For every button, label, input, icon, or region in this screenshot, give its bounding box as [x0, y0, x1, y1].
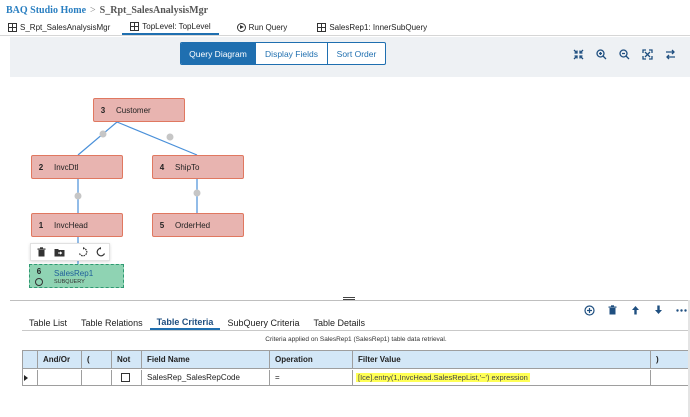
- header-field-name[interactable]: Field Name: [142, 351, 270, 368]
- node-action-popup: [30, 243, 110, 261]
- header-row-selector: [23, 351, 38, 368]
- header-open-paren[interactable]: (: [82, 351, 112, 368]
- breadcrumb-separator: >: [90, 4, 96, 16]
- cell-not[interactable]: [112, 370, 142, 385]
- node-table-name: OrderHed: [175, 220, 211, 230]
- query-diagram-button[interactable]: Query Diagram: [181, 43, 256, 64]
- tab-table-relations[interactable]: Table Relations: [74, 316, 150, 330]
- table-row[interactable]: SalesRep_SalesRepCode = [Ice].entry(1,In…: [23, 370, 689, 385]
- filter-value-text: [Ice].entry(1,InvcHead.SalesRepList,'~')…: [356, 373, 530, 382]
- zoom-in-icon[interactable]: [590, 47, 613, 61]
- subquery-node-salesrep1[interactable]: 6 SalesRep1 SUBQUERY: [29, 264, 124, 288]
- criteria-description: Criteria applied on SalesRep1 (SalesRep1…: [265, 336, 447, 343]
- trash-icon[interactable]: [33, 245, 49, 259]
- add-icon[interactable]: [578, 303, 601, 317]
- display-fields-button[interactable]: Display Fields: [256, 43, 328, 64]
- trash-icon[interactable]: [601, 303, 624, 317]
- grid-icon: [130, 22, 140, 31]
- tab-table-details[interactable]: Table Details: [306, 316, 372, 330]
- arrow-down-icon[interactable]: [647, 303, 670, 317]
- tab-query-main[interactable]: S_Rpt_SalesAnalysisMgr: [0, 20, 118, 35]
- grid-icon: [8, 23, 17, 32]
- node-number: 1: [38, 220, 44, 230]
- tab-subquery-salesrep1[interactable]: SalesRep1: InnerSubQuery: [309, 20, 435, 35]
- tab-label: S_Rpt_SalesAnalysisMgr: [20, 23, 111, 32]
- header-and-or[interactable]: And/Or: [38, 351, 82, 368]
- node-table-name: InvcDtl: [54, 162, 79, 172]
- cell-operation[interactable]: =: [270, 370, 353, 385]
- criteria-grid: And/Or ( Not Field Name Operation Filter…: [22, 350, 690, 386]
- tab-toplevel[interactable]: TopLevel: TopLevel: [122, 20, 219, 35]
- sort-order-button[interactable]: Sort Order: [328, 43, 385, 64]
- view-toggle: Query Diagram Display Fields Sort Order: [180, 42, 386, 65]
- cell-and-or[interactable]: [38, 370, 82, 385]
- rotate-right-icon[interactable]: [93, 245, 109, 259]
- grid-icon: [317, 23, 327, 32]
- tab-label: SalesRep1: InnerSubQuery: [329, 23, 428, 32]
- cell-open-paren[interactable]: [82, 370, 112, 385]
- splitter-grip-icon[interactable]: [343, 297, 355, 300]
- header-operation[interactable]: Operation: [270, 351, 353, 368]
- folder-move-icon[interactable]: [51, 245, 67, 259]
- run-icon: [236, 23, 246, 32]
- swap-icon[interactable]: [659, 47, 682, 61]
- node-number: 2: [38, 162, 44, 172]
- query-tab-strip: S_Rpt_SalesAnalysisMgr TopLevel: TopLeve…: [0, 20, 690, 36]
- row-selector[interactable]: [23, 370, 38, 385]
- criteria-tabs: Table List Table Relations Table Criteri…: [22, 316, 690, 331]
- query-diagram-canvas[interactable]: 3 Customer 2 InvcDtl 4 ShipTo 1 InvcHead…: [10, 78, 690, 300]
- node-table-name: InvcHead: [54, 220, 88, 230]
- tab-label: Run Query: [248, 23, 288, 32]
- cell-close-paren[interactable]: [651, 370, 689, 385]
- table-node-orderhed[interactable]: 5 OrderHed: [152, 213, 244, 237]
- subquery-tag: SUBQUERY: [54, 279, 85, 285]
- tab-label: TopLevel: TopLevel: [142, 22, 211, 31]
- node-table-name: SalesRep1: [54, 269, 94, 278]
- node-number: 4: [159, 162, 165, 172]
- header-close-paren[interactable]: ): [651, 351, 689, 368]
- header-filter-value[interactable]: Filter Value: [353, 351, 651, 368]
- panel-splitter[interactable]: [10, 300, 690, 301]
- tab-subquery-criteria[interactable]: SubQuery Criteria: [220, 316, 306, 330]
- breadcrumb: BAQ Studio Home > S_Rpt_SalesAnalysisMgr: [6, 4, 208, 16]
- tab-run-query[interactable]: Run Query: [229, 20, 296, 35]
- table-node-invchead[interactable]: 1 InvcHead: [31, 213, 123, 237]
- check-circle-icon: [35, 278, 43, 286]
- fit-screen-icon[interactable]: [636, 47, 659, 61]
- collapse-icon[interactable]: [567, 47, 590, 61]
- node-number: 5: [159, 220, 165, 230]
- grid-header-row: And/Or ( Not Field Name Operation Filter…: [23, 351, 689, 369]
- diagram-toolbar: Query Diagram Display Fields Sort Order: [10, 37, 690, 77]
- tab-table-list[interactable]: Table List: [22, 316, 74, 330]
- zoom-out-icon[interactable]: [613, 47, 636, 61]
- node-number: 3: [100, 105, 106, 115]
- not-checkbox[interactable]: [121, 373, 130, 382]
- diagram-tool-icons: [567, 47, 682, 61]
- more-icon[interactable]: [670, 303, 690, 317]
- cell-filter-value[interactable]: [Ice].entry(1,InvcHead.SalesRepList,'~')…: [353, 370, 651, 385]
- criteria-toolbar: [578, 303, 690, 317]
- table-node-invcdtl[interactable]: 2 InvcDtl: [31, 155, 123, 179]
- table-node-customer[interactable]: 3 Customer: [93, 98, 185, 122]
- node-number: 6: [36, 267, 42, 276]
- row-pointer-icon: [24, 374, 28, 381]
- node-table-name: Customer: [116, 105, 151, 115]
- tab-table-criteria[interactable]: Table Criteria: [149, 316, 221, 330]
- table-node-shipto[interactable]: 4 ShipTo: [152, 155, 244, 179]
- node-table-name: ShipTo: [175, 162, 200, 172]
- breadcrumb-home-link[interactable]: BAQ Studio Home: [6, 5, 86, 16]
- arrow-up-icon[interactable]: [624, 303, 647, 317]
- cell-field-name[interactable]: SalesRep_SalesRepCode: [142, 370, 270, 385]
- rotate-left-icon[interactable]: [75, 245, 91, 259]
- breadcrumb-current: S_Rpt_SalesAnalysisMgr: [99, 4, 209, 16]
- header-not[interactable]: Not: [112, 351, 142, 368]
